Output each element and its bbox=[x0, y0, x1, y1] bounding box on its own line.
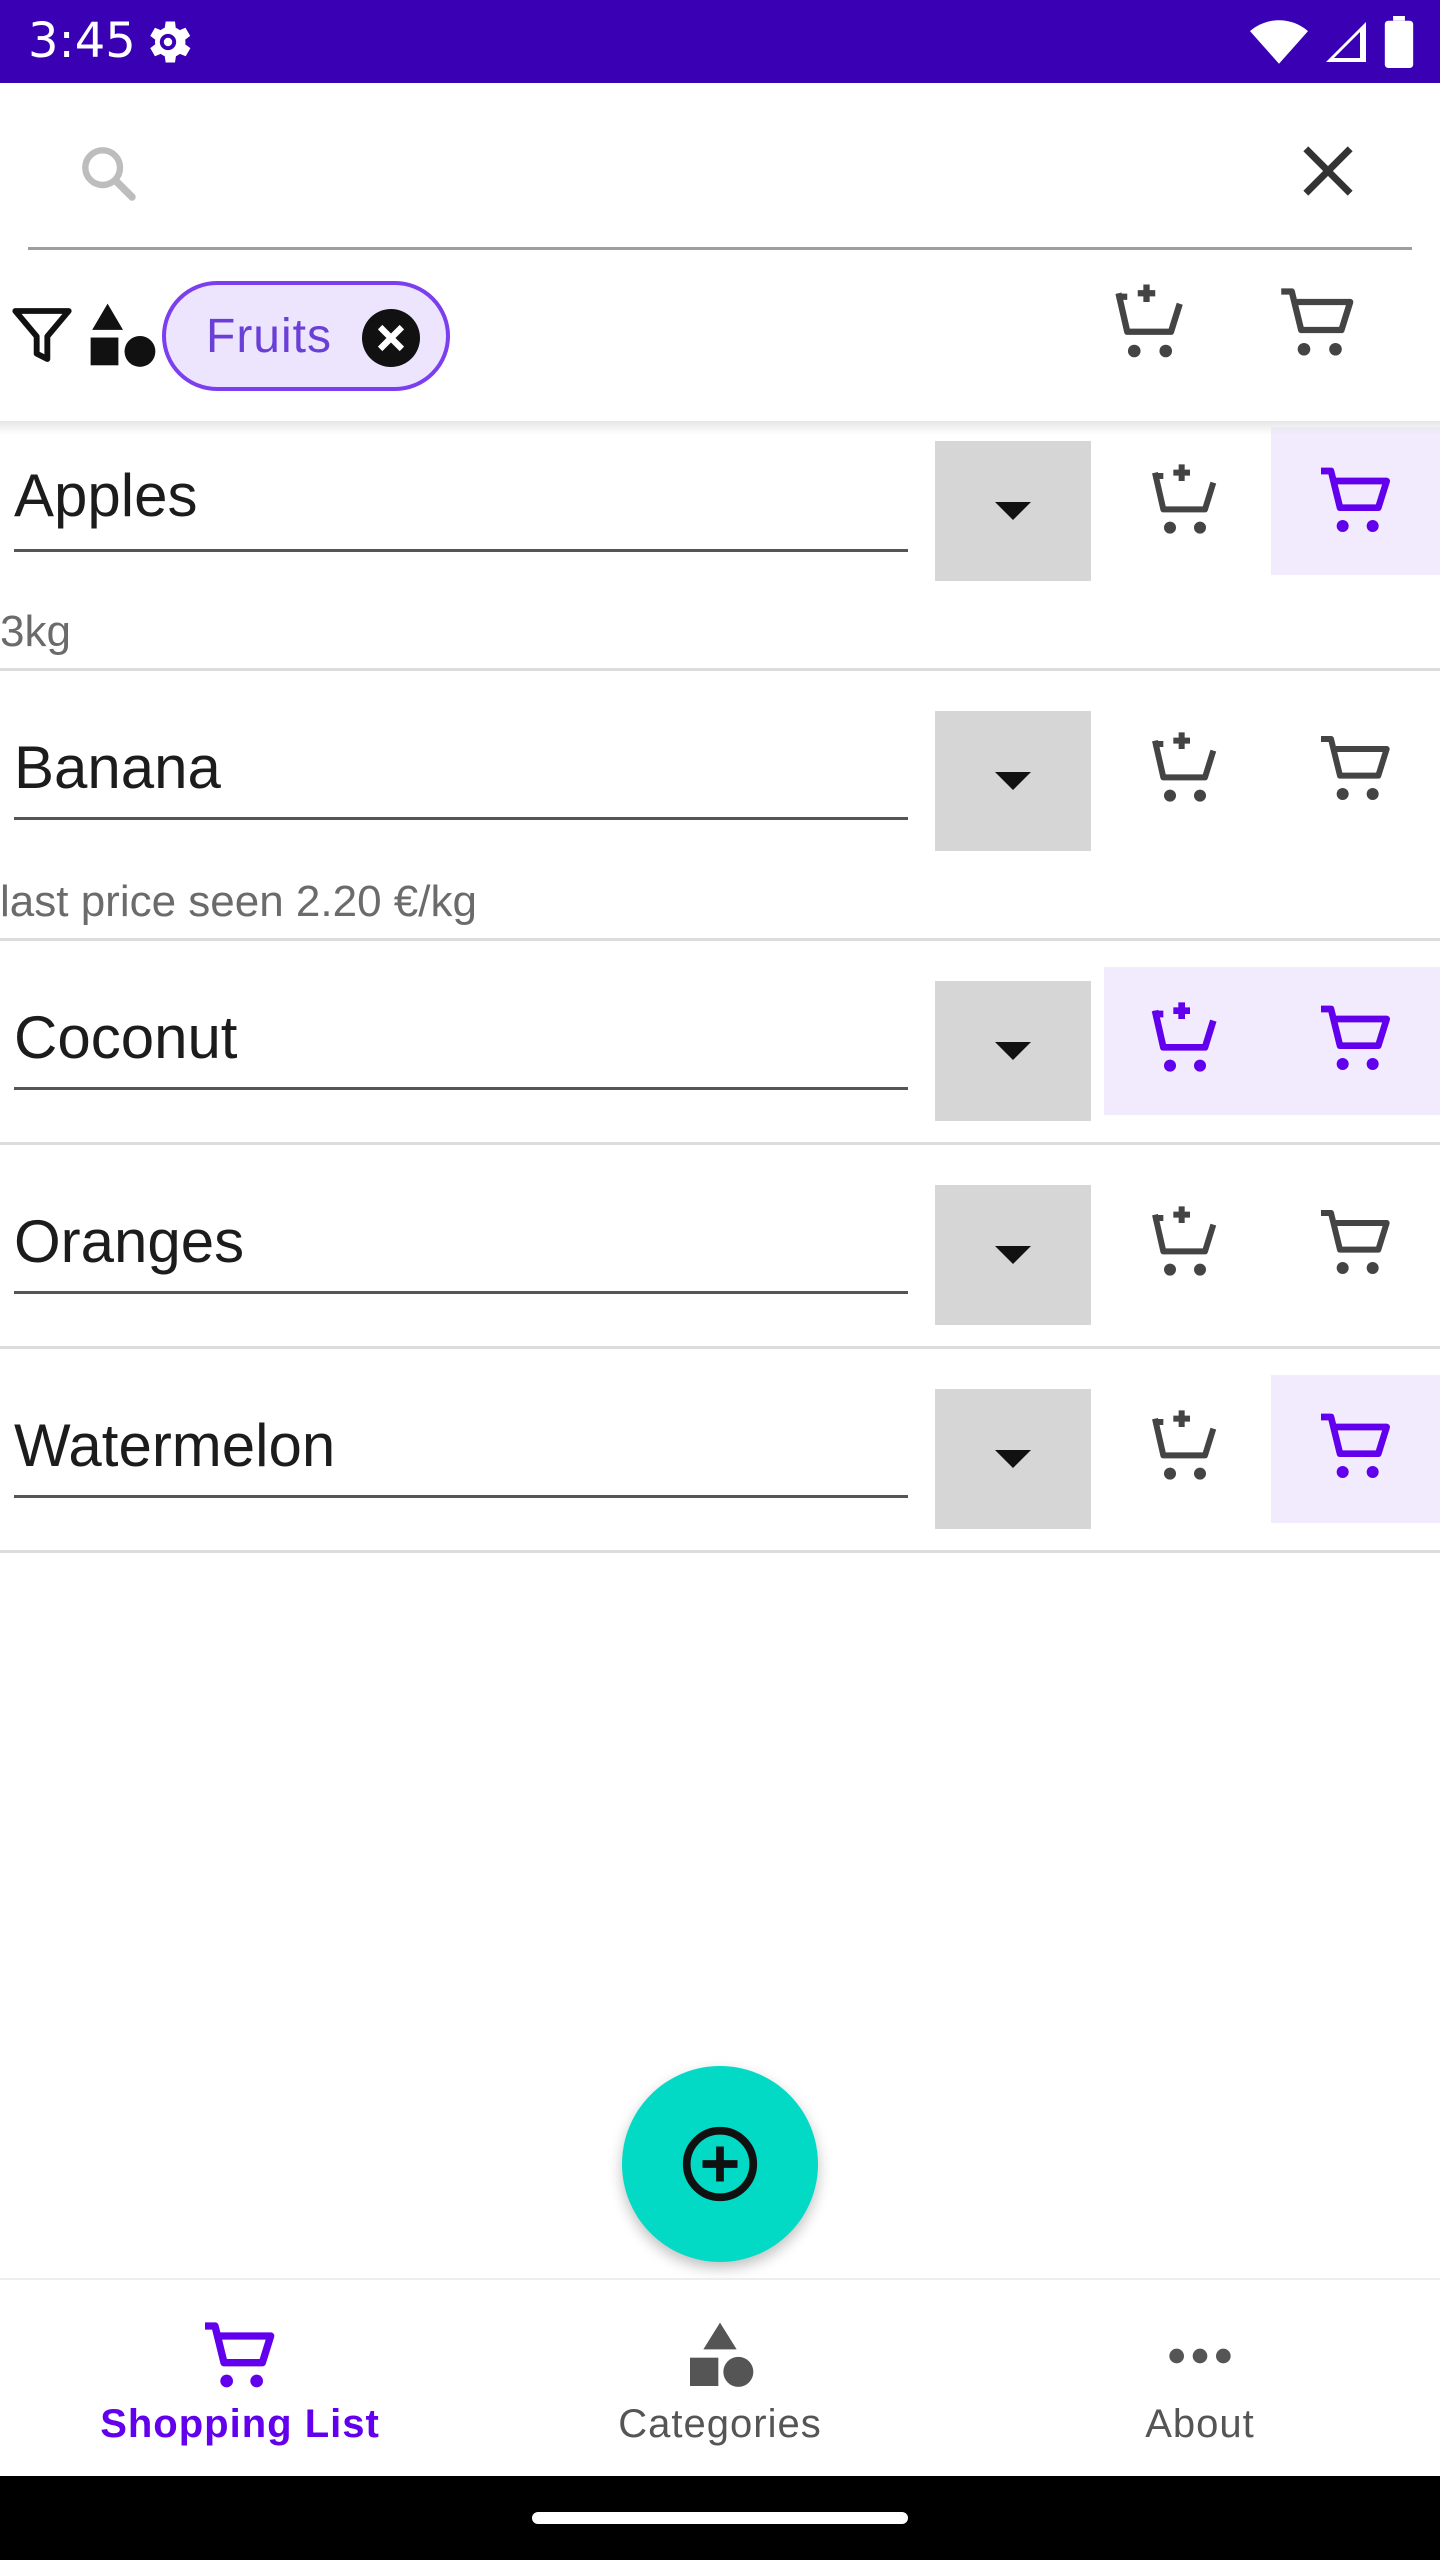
item-name[interactable]: Coconut bbox=[14, 1003, 237, 1072]
status-icons bbox=[1250, 14, 1414, 70]
shapes-icon bbox=[690, 2322, 754, 2387]
item-note: last price seen 2.20 €/kg bbox=[0, 877, 477, 926]
add-to-cart-icon[interactable] bbox=[1108, 281, 1192, 365]
item-dropdown-button[interactable] bbox=[935, 1185, 1091, 1325]
nav-about[interactable]: About bbox=[960, 2280, 1440, 2478]
list-item: Banana last price seen 2.20 €/kg bbox=[0, 671, 1440, 941]
add-circle-icon bbox=[682, 2126, 758, 2202]
add-to-cart-icon[interactable] bbox=[1145, 999, 1225, 1079]
cart-icon[interactable] bbox=[1276, 281, 1360, 365]
nav-categories[interactable]: Categories bbox=[480, 2280, 960, 2478]
cart-icon bbox=[205, 2322, 275, 2388]
add-to-cart-icon[interactable] bbox=[1145, 1203, 1225, 1283]
dropdown-arrow-icon bbox=[995, 1042, 1031, 1060]
item-dropdown-button[interactable] bbox=[935, 711, 1091, 851]
search-input[interactable] bbox=[160, 137, 1260, 217]
item-dropdown-button[interactable] bbox=[935, 1389, 1091, 1529]
cart-icon[interactable] bbox=[1316, 999, 1396, 1079]
wifi-icon bbox=[1250, 20, 1308, 64]
item-name-underline bbox=[14, 817, 908, 820]
add-to-cart-icon[interactable] bbox=[1145, 1407, 1225, 1487]
item-name-underline bbox=[14, 1291, 908, 1294]
search-icon bbox=[82, 147, 136, 201]
dropdown-arrow-icon bbox=[995, 502, 1031, 520]
add-to-cart-icon[interactable] bbox=[1145, 729, 1225, 809]
battery-icon bbox=[1384, 16, 1414, 68]
nav-label: Categories bbox=[618, 2402, 822, 2446]
search-underline bbox=[28, 247, 1412, 250]
nav-label: About bbox=[1145, 2402, 1255, 2446]
item-name[interactable]: Banana bbox=[14, 733, 221, 802]
item-dropdown-button[interactable] bbox=[935, 441, 1091, 581]
category-shapes-icon[interactable] bbox=[86, 297, 160, 375]
item-list: Apples 3kg Banana last price seen 2.20 €… bbox=[0, 421, 1440, 1553]
status-bar: 3:45 bbox=[0, 0, 1440, 83]
more-horizontal-icon bbox=[1169, 2348, 1231, 2364]
nav-shopping-list[interactable]: Shopping List bbox=[0, 2280, 480, 2478]
filter-row: Fruits bbox=[0, 251, 1440, 421]
signal-icon bbox=[1326, 22, 1366, 62]
item-name[interactable]: Oranges bbox=[14, 1207, 244, 1276]
settings-gear-icon bbox=[150, 21, 191, 63]
filter-row-shadow bbox=[0, 421, 1440, 435]
system-navigation-bar bbox=[0, 2476, 1440, 2560]
list-item: Oranges bbox=[0, 1145, 1440, 1349]
filter-chip-label: Fruits bbox=[206, 310, 332, 363]
nav-label: Shopping List bbox=[100, 2402, 380, 2446]
cart-icon[interactable] bbox=[1316, 729, 1396, 809]
item-note: 3kg bbox=[0, 607, 71, 656]
home-gesture-handle[interactable] bbox=[532, 2512, 908, 2524]
status-time: 3:45 bbox=[28, 13, 136, 69]
list-item: Watermelon bbox=[0, 1349, 1440, 1553]
item-name[interactable]: Apples bbox=[14, 461, 197, 530]
add-to-cart-icon[interactable] bbox=[1145, 461, 1225, 541]
cart-icon[interactable] bbox=[1316, 1203, 1396, 1283]
filter-funnel-icon[interactable] bbox=[10, 299, 74, 371]
cart-icon[interactable] bbox=[1316, 461, 1396, 541]
filter-chip-fruits[interactable]: Fruits bbox=[162, 281, 450, 391]
close-icon[interactable] bbox=[1290, 133, 1366, 209]
list-item: Apples 3kg bbox=[0, 421, 1440, 671]
cart-icon[interactable] bbox=[1316, 1407, 1396, 1487]
item-dropdown-button[interactable] bbox=[935, 981, 1091, 1121]
dropdown-arrow-icon bbox=[995, 772, 1031, 790]
dropdown-arrow-icon bbox=[995, 1450, 1031, 1468]
chip-remove-icon[interactable] bbox=[362, 309, 420, 367]
item-name-underline bbox=[14, 1495, 908, 1498]
item-name-underline bbox=[14, 1087, 908, 1090]
bottom-navigation: Shopping List Categories About bbox=[0, 2278, 1440, 2476]
item-name[interactable]: Watermelon bbox=[14, 1411, 335, 1480]
search-bar bbox=[0, 83, 1440, 251]
add-item-fab[interactable] bbox=[622, 2066, 818, 2262]
item-name-underline bbox=[14, 549, 908, 552]
dropdown-arrow-icon bbox=[995, 1246, 1031, 1264]
list-item: Coconut bbox=[0, 941, 1440, 1145]
